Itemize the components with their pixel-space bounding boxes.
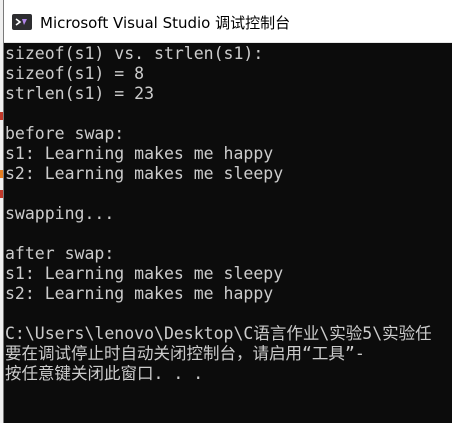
console-line: sizeof(s1) = 8 [5, 64, 145, 83]
console-line: C:\Users\lenovo\Desktop\C语言作业\实验5\实验任 [5, 324, 432, 343]
visual-studio-console-icon [12, 14, 32, 30]
console-line: 要在调试停止时自动关闭控制台，请启用“工具”- [5, 344, 365, 363]
console-line: s2: Learning makes me sleepy [5, 164, 284, 183]
console-line: strlen(s1) = 23 [5, 84, 155, 103]
console-output[interactable]: sizeof(s1) vs. strlen(s1): sizeof(s1) = … [4, 44, 452, 423]
console-line: sizeof(s1) vs. strlen(s1): [5, 44, 264, 63]
title-bar[interactable]: Microsoft Visual Studio 调试控制台 [4, 0, 452, 43]
console-line: 按任意键关闭此窗口. . . [5, 364, 204, 383]
console-line: s1: Learning makes me sleepy [5, 264, 284, 283]
console-line: swapping... [5, 204, 115, 223]
console-line: before swap: [5, 124, 125, 143]
console-window[interactable]: Microsoft Visual Studio 调试控制台 sizeof(s1)… [3, 0, 452, 423]
window-title: Microsoft Visual Studio 调试控制台 [40, 14, 291, 32]
console-line: after swap: [5, 244, 115, 263]
console-line: s2: Learning makes me happy [5, 284, 274, 303]
console-line: s1: Learning makes me happy [5, 144, 274, 163]
